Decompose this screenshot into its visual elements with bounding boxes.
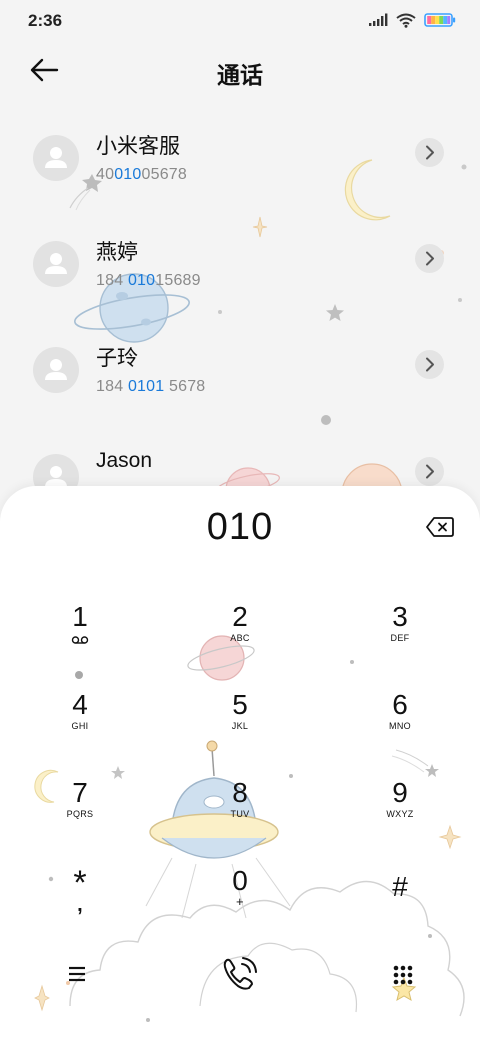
contact-name: 燕婷	[96, 241, 138, 264]
contact-detail-button[interactable]	[415, 457, 444, 486]
contact-detail-button[interactable]	[415, 350, 444, 379]
key-9[interactable]: 9 WXYZ	[350, 778, 450, 848]
battery-icon	[424, 13, 456, 27]
dialer-panel: 010 1 2 ABC 3 DEF 4 GHI 5 JKL 6 MNO 7 PQ…	[0, 486, 480, 1040]
chevron-right-icon	[426, 145, 434, 160]
contact-number: 184 0101 5678	[96, 378, 206, 395]
voicemail-icon	[71, 636, 89, 644]
person-icon	[45, 359, 67, 380]
chevron-right-icon	[426, 357, 434, 372]
contact-name: Jason	[96, 449, 153, 472]
contact-number: 184 01015689	[96, 272, 201, 289]
status-time: 2:36	[28, 11, 63, 30]
header: 通话	[0, 42, 480, 98]
key-1[interactable]: 1	[30, 602, 130, 672]
key-5[interactable]: 5 JKL	[190, 690, 290, 760]
key-4[interactable]: 4 GHI	[30, 690, 130, 760]
contact-avatar	[33, 135, 79, 181]
dialed-number[interactable]: 010	[0, 506, 480, 549]
contact-item[interactable]: 小米客服 4001005678	[0, 108, 480, 208]
contact-number: 4001005678	[96, 166, 187, 183]
contact-detail-button[interactable]	[415, 244, 444, 273]
contact-item[interactable]: 燕婷 184 01015689	[0, 214, 480, 314]
call-icon[interactable]	[218, 954, 262, 994]
key-hash[interactable]: #	[350, 872, 450, 942]
chevron-right-icon	[426, 251, 434, 266]
person-icon	[45, 147, 67, 168]
key-star[interactable]: * ,	[30, 866, 130, 936]
contact-detail-button[interactable]	[415, 138, 444, 167]
menu-icon[interactable]	[66, 964, 88, 984]
key-8[interactable]: 8 TUV	[190, 778, 290, 848]
contact-name: 子玲	[96, 347, 138, 370]
contact-avatar	[33, 241, 79, 287]
page-title: 通话	[217, 62, 263, 88]
key-0[interactable]: 0 +	[190, 866, 290, 936]
keypad-toggle-icon[interactable]	[392, 964, 414, 986]
key-7[interactable]: 7 PQRS	[30, 778, 130, 848]
contact-name: 小米客服	[96, 135, 180, 158]
status-icons	[368, 12, 456, 28]
key-3[interactable]: 3 DEF	[350, 602, 450, 672]
status-bar: 2:36	[0, 0, 480, 42]
key-6[interactable]: 6 MNO	[350, 690, 450, 760]
signal-icon	[369, 13, 388, 26]
person-icon	[45, 253, 67, 274]
backspace-icon[interactable]	[426, 516, 454, 538]
contact-item[interactable]: 子玲 184 0101 5678	[0, 320, 480, 420]
chevron-right-icon	[426, 464, 434, 479]
contact-avatar	[33, 347, 79, 393]
wifi-icon	[396, 13, 416, 28]
key-2[interactable]: 2 ABC	[190, 602, 290, 672]
